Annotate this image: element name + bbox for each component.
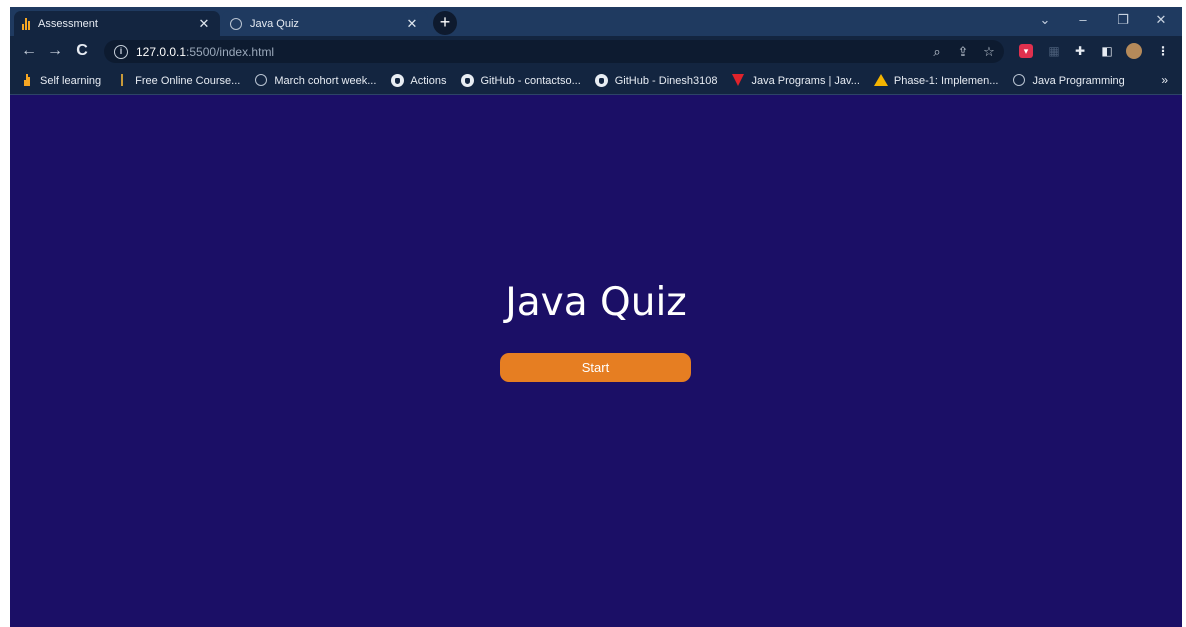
bookmark-item[interactable]: Self learning <box>20 73 102 88</box>
bookmark-item[interactable]: Java Programs | Jav... <box>731 73 860 88</box>
bookmark-label: Phase-1: Implemen... <box>893 74 999 87</box>
info-icon[interactable]: i <box>114 44 128 59</box>
extensions-puzzle-icon[interactable]: ✚ <box>1073 44 1087 58</box>
close-window-button[interactable]: ✕ <box>1146 10 1176 30</box>
forward-button[interactable]: → <box>44 40 66 62</box>
tab-title: Assessment <box>38 17 98 30</box>
toolbar: ← → C i 127.0.0.1:5500/index.html ⌕ ⇪ ☆ … <box>10 36 1182 67</box>
start-button[interactable]: Start <box>500 353 691 382</box>
drive-icon <box>873 73 888 86</box>
close-icon[interactable]: ✕ <box>404 16 420 32</box>
bookmark-item[interactable]: Java Programming <box>1012 73 1125 88</box>
tab-assessment[interactable]: Assessment ✕ <box>14 11 220 36</box>
github-icon <box>390 73 404 87</box>
bookmark-label: GitHub - Dinesh3108 <box>614 74 718 87</box>
bookmark-label: March cohort week... <box>274 74 377 87</box>
page-content: Java Quiz Start <box>10 96 1182 627</box>
bookmarks-overflow-button[interactable]: » <box>1161 73 1168 87</box>
bookmark-label: Java Programs | Jav... <box>751 74 860 87</box>
v-logo-icon <box>732 73 745 86</box>
globe-icon <box>255 73 268 86</box>
bookmark-item[interactable]: Phase-1: Implemen... <box>873 73 999 88</box>
restore-button[interactable]: ❐ <box>1108 10 1138 30</box>
brand-bars-icon <box>22 17 30 30</box>
new-tab-button[interactable]: + <box>433 11 457 35</box>
brand-bars-icon <box>115 73 129 88</box>
zoom-icon[interactable]: ⌕ <box>928 43 946 61</box>
bookmark-item[interactable]: Free Online Course... <box>115 73 241 88</box>
bookmark-item[interactable]: March cohort week... <box>254 73 377 88</box>
bookmark-label: GitHub - contactso... <box>480 74 581 87</box>
tab-strip: Assessment ✕ Java Quiz ✕ + ⌄ – ❐ ✕ <box>10 7 1182 36</box>
globe-icon <box>230 17 242 30</box>
bookmark-label: Actions <box>410 74 447 87</box>
github-icon <box>460 73 474 87</box>
bookmark-label: Free Online Course... <box>135 74 241 87</box>
menu-kebab-icon[interactable]: ⋮ <box>1156 44 1170 58</box>
minimize-button[interactable]: – <box>1068 10 1098 30</box>
cart-extension-icon[interactable]: ▦ <box>1047 44 1061 58</box>
share-icon[interactable]: ⇪ <box>954 43 972 61</box>
bookmark-star-icon[interactable]: ☆ <box>980 43 998 61</box>
bookmark-label: Java Programming <box>1032 74 1125 87</box>
tab-java-quiz[interactable]: Java Quiz ✕ <box>222 11 428 36</box>
browser-window: Assessment ✕ Java Quiz ✕ + ⌄ – ❐ ✕ ← → C… <box>10 7 1182 627</box>
globe-icon <box>1013 73 1026 86</box>
page-title: Java Quiz <box>505 280 687 325</box>
tab-title: Java Quiz <box>250 17 299 30</box>
shield-extension-icon[interactable]: ▾ <box>1019 44 1033 58</box>
url-host: 127.0.0.1 <box>136 44 187 59</box>
tab-search-chevron-icon[interactable]: ⌄ <box>1030 10 1060 30</box>
github-icon <box>595 73 609 87</box>
reload-button[interactable]: C <box>71 40 93 62</box>
bookmark-label: Self learning <box>40 74 102 87</box>
url-path: :5500/index.html <box>186 44 275 59</box>
close-icon[interactable]: ✕ <box>196 16 212 32</box>
bookmark-item[interactable]: GitHub - contactso... <box>460 73 581 88</box>
avatar[interactable] <box>1126 43 1142 59</box>
bookmark-item[interactable]: Actions <box>390 73 447 88</box>
brand-bars-icon <box>20 73 34 88</box>
side-panel-icon[interactable]: ◧ <box>1100 44 1114 58</box>
address-bar[interactable]: i 127.0.0.1:5500/index.html ⌕ ⇪ ☆ <box>104 40 1004 63</box>
bookmark-item[interactable]: GitHub - Dinesh3108 <box>595 73 718 88</box>
bookmarks-bar: Self learning Free Online Course... Marc… <box>10 67 1182 95</box>
back-button[interactable]: ← <box>18 40 40 62</box>
